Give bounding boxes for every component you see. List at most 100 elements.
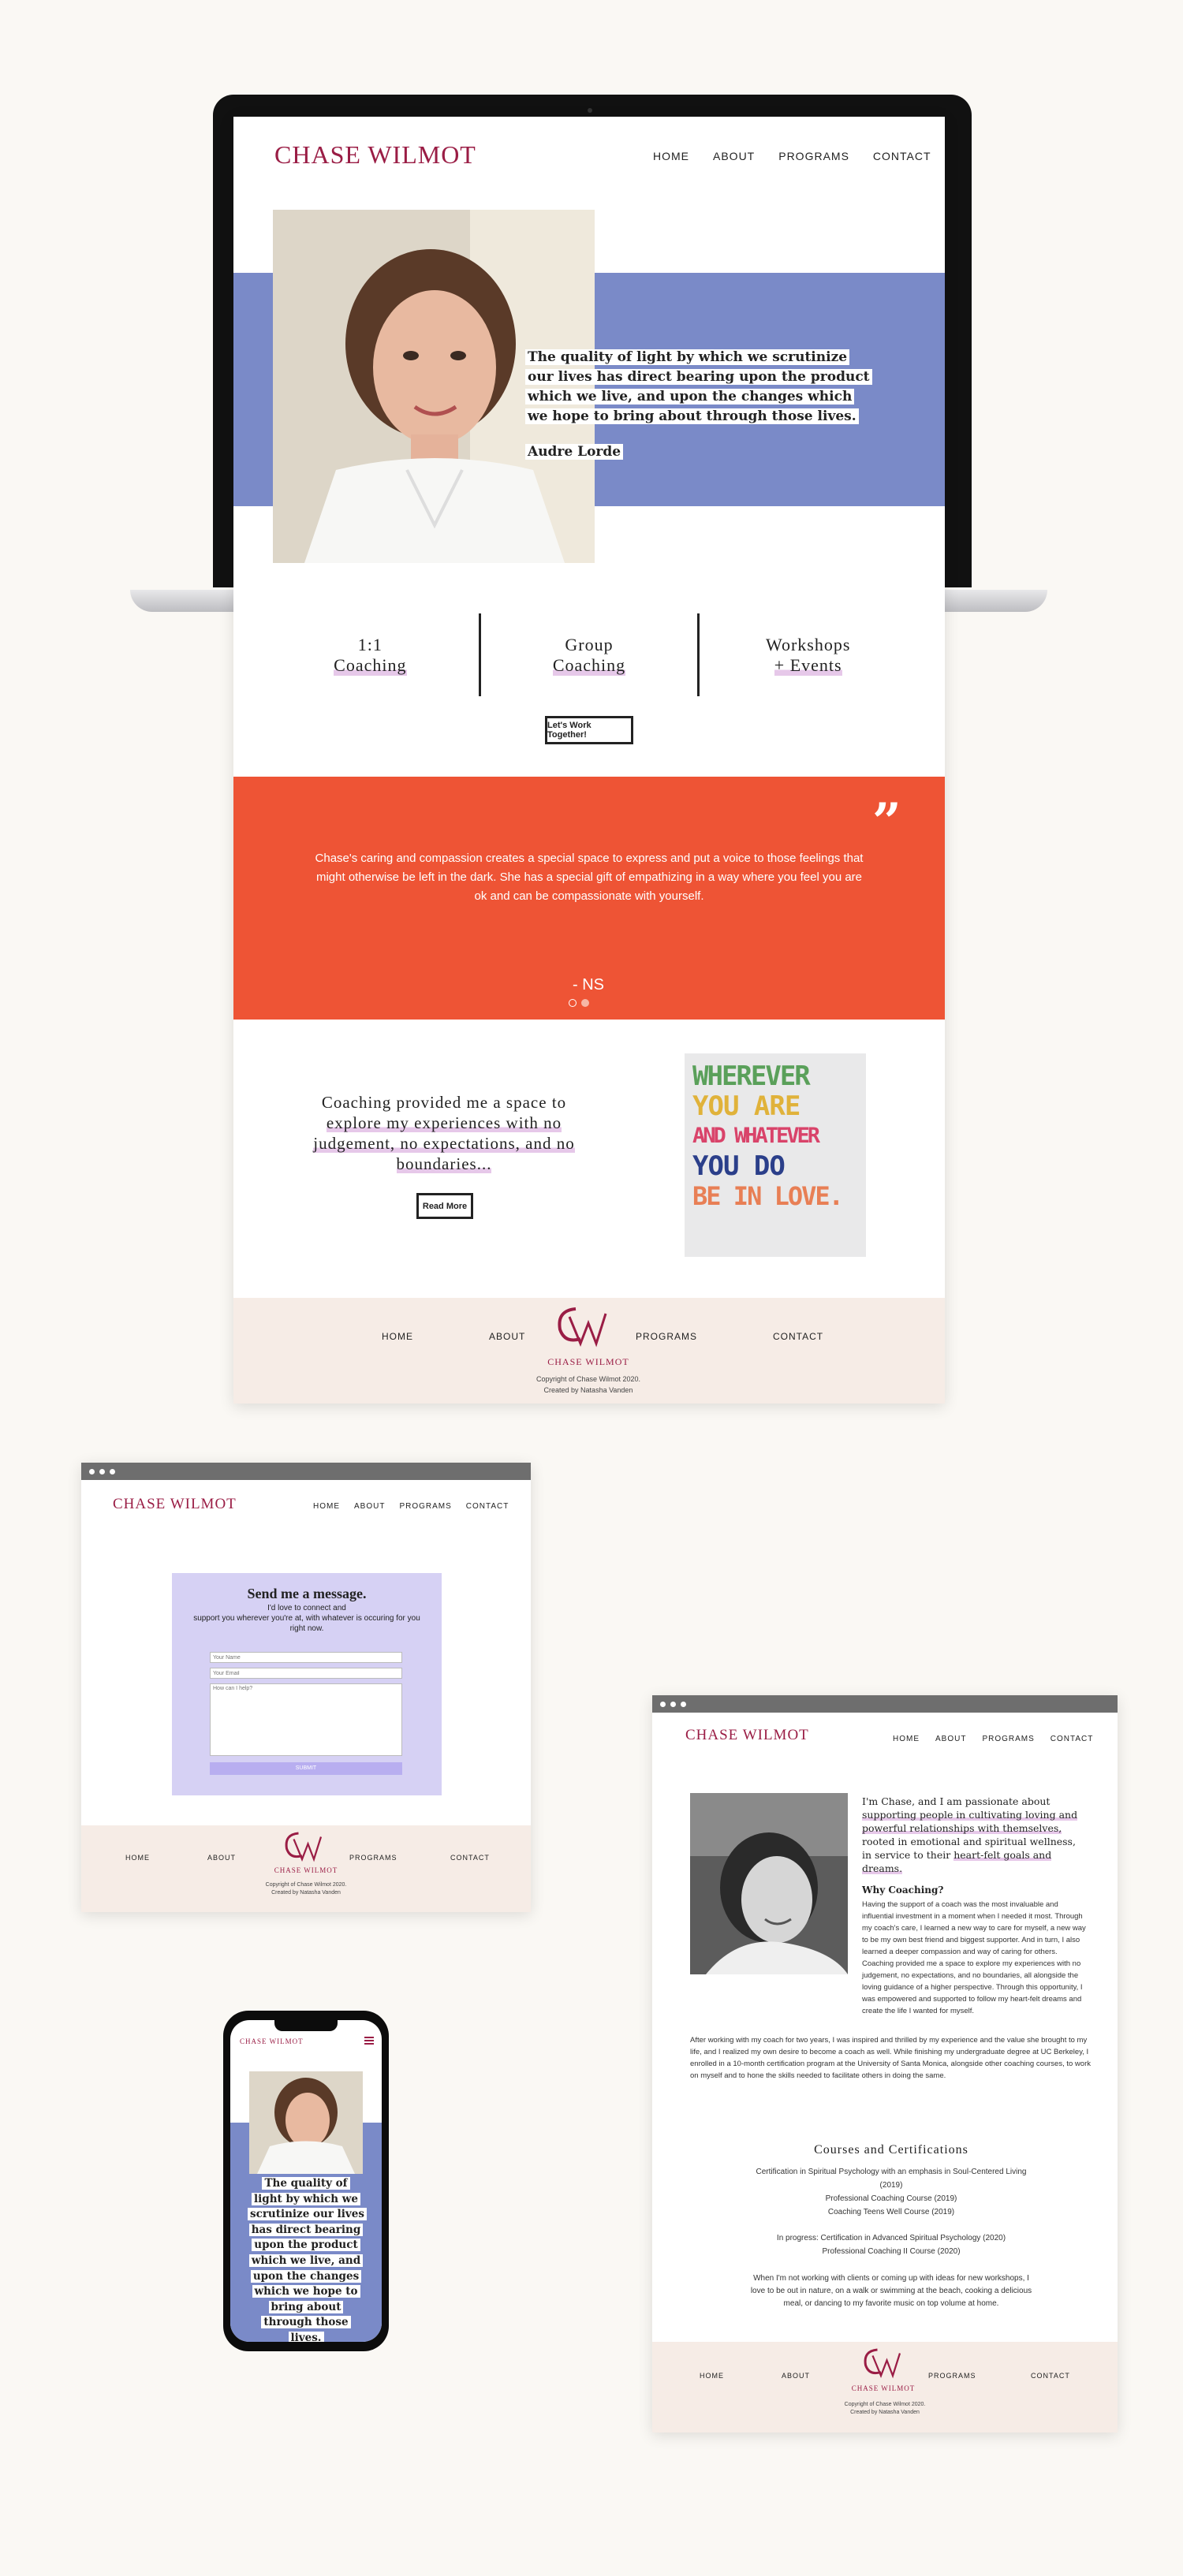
window-dot[interactable] xyxy=(681,1701,686,1707)
phone-notch xyxy=(274,2020,338,2031)
nav-home[interactable]: HOME xyxy=(313,1502,340,1511)
footer-credit: Created by Natasha Vanden xyxy=(850,2410,920,2415)
intro-line: rooted in emotional and spiritual wellne… xyxy=(862,1836,1076,1847)
browser-titlebar xyxy=(81,1463,531,1480)
name-field[interactable] xyxy=(210,1652,402,1663)
intro-line: I'm Chase, and I am passionate about xyxy=(862,1795,1051,1807)
contact-sub: right now. xyxy=(289,1624,324,1633)
contact-sub: support you wherever you're at, with wha… xyxy=(193,1614,420,1623)
nav-contact[interactable]: CONTACT xyxy=(873,150,931,162)
site-logo[interactable]: CHASE WILMOT xyxy=(274,140,476,170)
testimonial-text: Chase's caring and compassion creates a … xyxy=(315,852,864,903)
why-coaching-title: Why Coaching? xyxy=(862,1884,944,1896)
poster-line: AND WHATEVER xyxy=(692,1124,820,1148)
footer-logo-text: CHASE WILMOT xyxy=(274,1866,338,1874)
footer-nav-home[interactable]: HOME xyxy=(700,2372,724,2380)
blurb-line: explore my experiences with no xyxy=(326,1113,562,1132)
quote-mark-icon: ” xyxy=(872,792,901,852)
contact-sub: I'd love to connect and xyxy=(267,1604,346,1612)
window-dot[interactable] xyxy=(670,1701,676,1707)
email-field[interactable] xyxy=(210,1668,402,1679)
contact-footer: HOME ABOUT CHASE WILMOT PROGRAMS CONTACT… xyxy=(81,1825,531,1912)
footer-nav-contact[interactable]: CONTACT xyxy=(450,1854,490,1862)
testimonial-section: ” Chase's caring and compassion creates … xyxy=(233,777,945,1020)
footer-nav-contact[interactable]: CONTACT xyxy=(1031,2372,1070,2380)
window-dot[interactable] xyxy=(660,1701,666,1707)
course-item: Professional Coaching II Course (2020) xyxy=(822,2247,961,2256)
nav-about[interactable]: ABOUT xyxy=(354,1502,385,1511)
service-label: + Events xyxy=(774,654,842,676)
in-progress-list: In progress: Certification in Advanced S… xyxy=(690,2231,1092,2258)
footer-nav-left: HOME ABOUT xyxy=(382,1331,525,1342)
window-dot[interactable] xyxy=(110,1468,115,1474)
service-label: Coaching xyxy=(552,654,626,676)
blurb-line: Coaching provided me a space to xyxy=(321,1093,567,1112)
main-nav: HOME ABOUT PROGRAMS CONTACT xyxy=(653,150,931,162)
nav-contact[interactable]: CONTACT xyxy=(1051,1735,1094,1743)
mobile-hero-quote-block: The quality of light by which we scrutin… xyxy=(248,2176,367,2342)
footer-nav-about[interactable]: ABOUT xyxy=(782,2372,810,2380)
nav-programs[interactable]: PROGRAMS xyxy=(982,1735,1034,1743)
footer-nav-about[interactable]: ABOUT xyxy=(207,1854,236,1862)
nav-home[interactable]: HOME xyxy=(893,1735,920,1743)
footer-nav-home[interactable]: HOME xyxy=(125,1854,150,1862)
footer-nav-contact[interactable]: CONTACT xyxy=(773,1331,823,1342)
nav-programs[interactable]: PROGRAMS xyxy=(778,150,849,162)
closing-paragraph: When I'm not working with clients or com… xyxy=(750,2274,1032,2308)
submit-button[interactable]: SUBMIT xyxy=(210,1762,402,1775)
contact-form-card: Send me a message. I'd love to connect a… xyxy=(172,1573,442,1795)
courses-title: Courses and Certifications xyxy=(814,2143,968,2157)
mobile-hero-quote: The quality of light by which we scrutin… xyxy=(248,2177,367,2342)
carousel-dot[interactable] xyxy=(569,999,577,1007)
homepage-screen: CHASE WILMOT HOME ABOUT PROGRAMS CONTACT… xyxy=(233,117,945,1404)
course-item: (2019) xyxy=(879,2181,903,2190)
nav-contact[interactable]: CONTACT xyxy=(466,1502,509,1511)
about-portrait-bw xyxy=(690,1793,848,1974)
intro-line: heart-felt goals and xyxy=(953,1849,1052,1861)
course-item: Coaching Teens Well Course (2019) xyxy=(827,2208,955,2216)
footer-copyright: Copyright of Chase Wilmot 2020. xyxy=(536,1375,641,1383)
why-coaching-p2: After working with my coach for two year… xyxy=(690,2036,1091,2080)
read-more-button[interactable]: Read More xyxy=(416,1193,473,1219)
laptop-camera xyxy=(588,108,592,113)
nav-programs[interactable]: PROGRAMS xyxy=(399,1502,451,1511)
footer-nav-programs[interactable]: PROGRAMS xyxy=(349,1854,397,1862)
intro-line: in service to their xyxy=(862,1849,951,1861)
footer-logo-mark-icon xyxy=(549,1303,612,1350)
footer-credit: Created by Natasha Vanden xyxy=(543,1386,633,1394)
mobile-site-logo[interactable]: CHASE WILMOT xyxy=(240,2037,304,2045)
why-coaching-p1: Having the support of a coach was the mo… xyxy=(862,1900,1086,2015)
work-together-button[interactable]: Let's Work Together! xyxy=(545,716,633,744)
footer-nav-about[interactable]: ABOUT xyxy=(489,1331,525,1342)
courses-list: Certification in Spiritual Psychology wi… xyxy=(690,2165,1092,2219)
service-workshops[interactable]: Workshops + Events xyxy=(700,613,916,696)
carousel-dot-active[interactable] xyxy=(581,999,589,1007)
poster-line: YOU ARE xyxy=(692,1090,800,1122)
hamburger-icon[interactable] xyxy=(364,2037,374,2045)
service-group[interactable]: Group Coaching xyxy=(481,613,698,696)
browser-titlebar xyxy=(652,1695,1118,1713)
service-one-on-one[interactable]: 1:1 Coaching xyxy=(262,613,479,696)
footer-copyright: Copyright of Chase Wilmot 2020. xyxy=(844,2402,926,2407)
footer-nav-programs[interactable]: PROGRAMS xyxy=(928,2372,976,2380)
course-item: In progress: Certification in Advanced S… xyxy=(776,2234,1006,2242)
hero-quote: The quality of light by which we scrutin… xyxy=(525,349,872,424)
footer-credit: Created by Natasha Vanden xyxy=(271,1890,341,1896)
phone-screen: CHASE WILMOT The quality of light by whi… xyxy=(230,2020,382,2342)
message-field[interactable] xyxy=(210,1683,402,1756)
nav-about[interactable]: ABOUT xyxy=(713,150,755,162)
about-site-logo[interactable]: CHASE WILMOT xyxy=(685,1727,809,1744)
contact-nav: HOME ABOUT PROGRAMS CONTACT xyxy=(313,1502,509,1511)
footer-nav-home[interactable]: HOME xyxy=(382,1331,413,1342)
carousel-dots xyxy=(569,999,589,1007)
nav-about[interactable]: ABOUT xyxy=(935,1735,966,1743)
window-dot[interactable] xyxy=(99,1468,105,1474)
window-dot[interactable] xyxy=(89,1468,95,1474)
about-nav: HOME ABOUT PROGRAMS CONTACT xyxy=(893,1735,1093,1743)
blurb-line: judgement, no expectations, and no xyxy=(313,1134,575,1153)
contact-browser-window: CHASE WILMOT HOME ABOUT PROGRAMS CONTACT… xyxy=(81,1463,531,1912)
footer-nav-programs[interactable]: PROGRAMS xyxy=(636,1331,697,1342)
nav-home[interactable]: HOME xyxy=(653,150,689,162)
site-footer: HOME ABOUT CHASE WILMOT PROGRAMS CONTACT… xyxy=(233,1298,945,1404)
contact-site-logo[interactable]: CHASE WILMOT xyxy=(113,1496,237,1513)
